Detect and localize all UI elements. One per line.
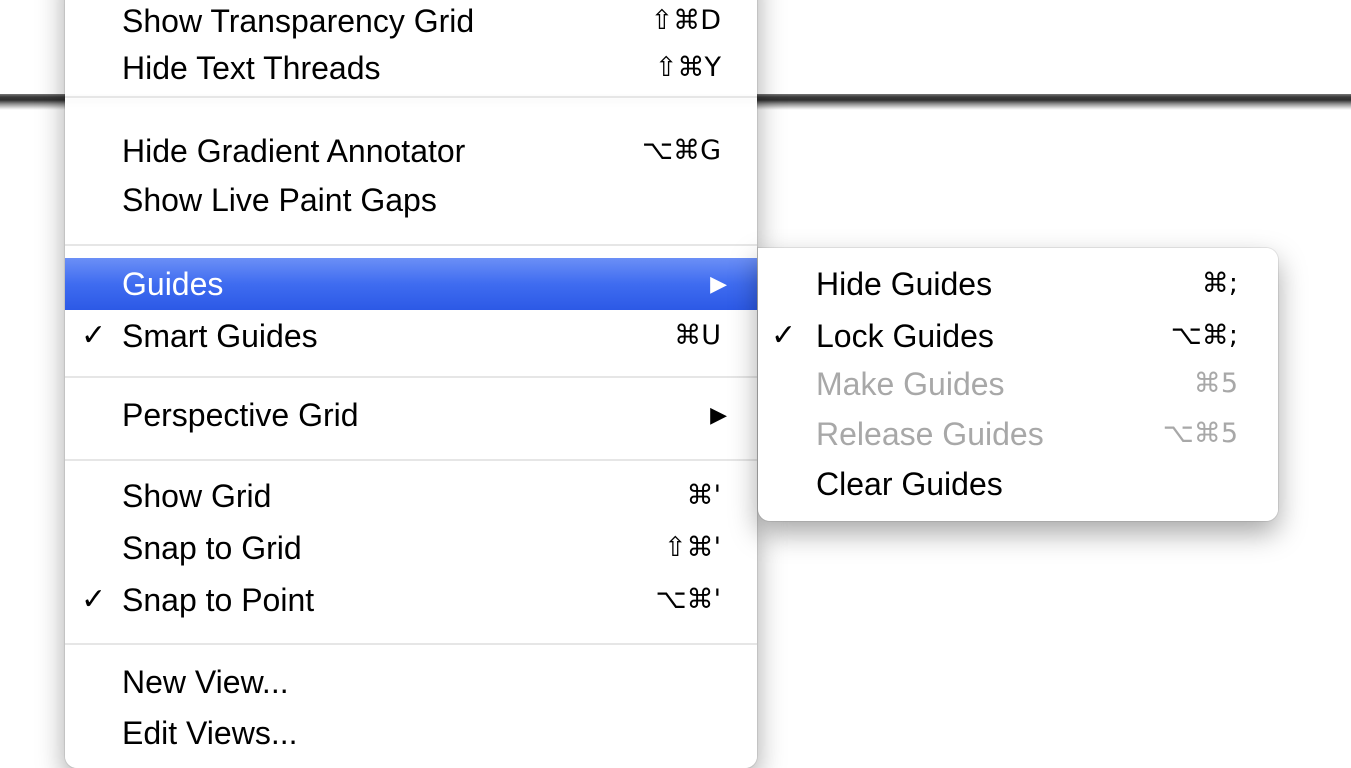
shortcut-label: ⌘U xyxy=(674,320,721,351)
menu-item-label: Snap to Point xyxy=(122,582,315,618)
guides-submenu: Hide Guides ⌘; ✓ Lock Guides ⌥⌘; Make Gu… xyxy=(758,248,1278,521)
menu-separator xyxy=(65,643,757,645)
menu-separator xyxy=(65,96,757,98)
menu-item-label: Make Guides xyxy=(816,366,1005,402)
checkmark-icon: ✓ xyxy=(81,583,107,616)
shortcut-label: ⌥⌘; xyxy=(1170,320,1238,351)
submenu-arrow-icon: ▶ xyxy=(710,402,727,427)
checkmark-icon: ✓ xyxy=(771,319,797,352)
menu-item-edit-views[interactable]: Edit Views... xyxy=(65,707,757,759)
menu-item-label: Show Grid xyxy=(122,478,272,514)
menu-item-show-grid[interactable]: Show Grid ⌘' xyxy=(65,470,757,522)
menu-item-label: Edit Views... xyxy=(122,715,298,751)
shortcut-label: ⌘; xyxy=(1201,268,1238,299)
menu-item-hide-text-threads[interactable]: Hide Text Threads ⇧⌘Y xyxy=(65,42,757,94)
menu-item-hide-gradient-annotator[interactable]: Hide Gradient Annotator ⌥⌘G xyxy=(65,125,757,177)
menu-item-snap-to-grid[interactable]: Snap to Grid ⇧⌘' xyxy=(65,522,757,574)
shortcut-label: ⇧⌘Y xyxy=(654,52,721,83)
menu-item-label: Perspective Grid xyxy=(122,397,359,433)
menu-item-label: Release Guides xyxy=(816,416,1044,452)
menu-item-label: Hide Text Threads xyxy=(122,50,381,86)
menu-item-label: Lock Guides xyxy=(816,318,994,354)
shortcut-label: ⇧⌘' xyxy=(663,532,721,563)
menu-item-label: Clear Guides xyxy=(816,466,1003,502)
shortcut-label: ⌥⌘5 xyxy=(1162,418,1238,449)
shortcut-label: ⌘5 xyxy=(1193,368,1238,399)
shortcut-label: ⇧⌘D xyxy=(650,5,721,36)
menu-item-guides[interactable]: Guides ▶ xyxy=(65,258,757,310)
menu-item-show-transparency-grid[interactable]: Show Transparency Grid ⇧⌘D xyxy=(65,0,757,47)
menu-item-label: Smart Guides xyxy=(122,318,318,354)
submenu-item-release-guides: Release Guides ⌥⌘5 xyxy=(758,408,1278,460)
submenu-item-lock-guides[interactable]: ✓ Lock Guides ⌥⌘; xyxy=(758,310,1278,362)
submenu-item-make-guides: Make Guides ⌘5 xyxy=(758,358,1278,410)
submenu-item-clear-guides[interactable]: Clear Guides xyxy=(758,458,1278,510)
menu-item-show-live-paint-gaps[interactable]: Show Live Paint Gaps xyxy=(65,174,757,226)
menu-item-label: Hide Gradient Annotator xyxy=(122,133,466,169)
menu-separator xyxy=(65,244,757,246)
view-menu: Show Transparency Grid ⇧⌘D Hide Text Thr… xyxy=(65,0,757,768)
screen: Show Transparency Grid ⇧⌘D Hide Text Thr… xyxy=(0,0,1351,768)
menu-item-snap-to-point[interactable]: ✓ Snap to Point ⌥⌘' xyxy=(65,574,757,626)
menu-item-new-view[interactable]: New View... xyxy=(65,656,757,708)
menu-item-perspective-grid[interactable]: Perspective Grid ▶ xyxy=(65,389,757,441)
shortcut-label: ⌥⌘' xyxy=(655,584,721,615)
menu-item-label: Hide Guides xyxy=(816,266,993,302)
menu-item-label: Guides xyxy=(122,266,224,302)
menu-separator xyxy=(65,376,757,378)
menu-item-label: Show Transparency Grid xyxy=(122,3,475,39)
shortcut-label: ⌘' xyxy=(686,480,721,511)
submenu-item-hide-guides[interactable]: Hide Guides ⌘; xyxy=(758,258,1278,310)
menu-separator xyxy=(65,459,757,461)
menu-item-label: New View... xyxy=(122,664,289,700)
menu-item-label: Show Live Paint Gaps xyxy=(122,182,437,218)
submenu-arrow-icon: ▶ xyxy=(710,271,727,296)
checkmark-icon: ✓ xyxy=(81,319,107,352)
shortcut-label: ⌥⌘G xyxy=(641,135,721,166)
menu-item-smart-guides[interactable]: ✓ Smart Guides ⌘U xyxy=(65,310,757,362)
menu-item-label: Snap to Grid xyxy=(122,530,302,566)
